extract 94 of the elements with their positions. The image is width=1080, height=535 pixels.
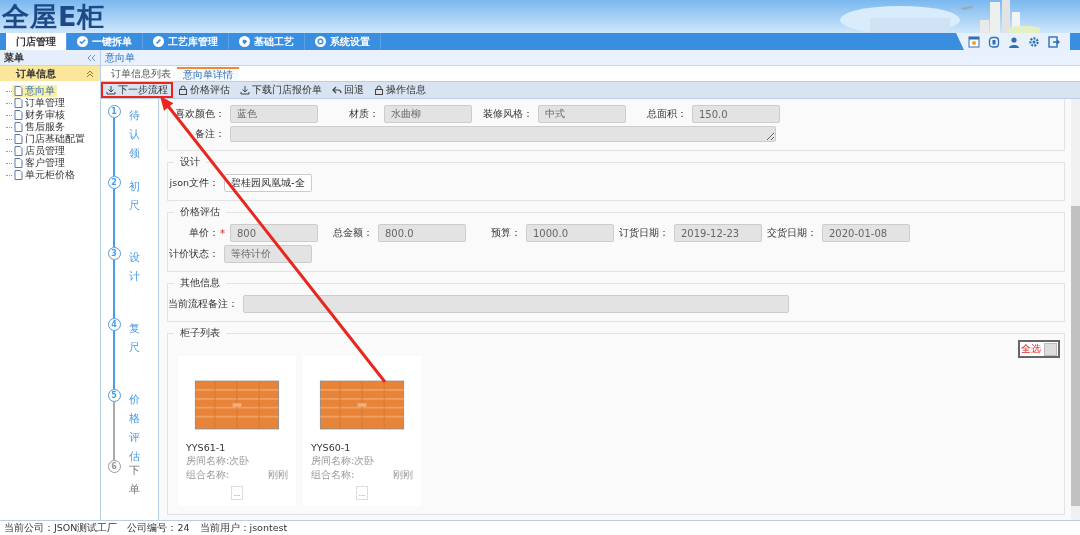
sidebar-item[interactable]: 客户管理: [12, 157, 67, 169]
toolbar-button[interactable]: 价格评估: [173, 82, 235, 98]
toolbar-button[interactable]: 回退: [327, 82, 369, 98]
section-title: 设计: [179, 155, 201, 169]
input-field[interactable]: 碧桂园凤凰城-全: [224, 174, 312, 192]
step-label: 初尺: [129, 179, 140, 213]
field-label: 单价：: [188, 226, 219, 240]
sidebar-item[interactable]: 售后服务: [12, 121, 67, 133]
sidebar-group[interactable]: 订单信息: [0, 66, 100, 81]
more-button[interactable]: ...: [356, 486, 368, 500]
check-icon: [77, 36, 88, 47]
settings-icon[interactable]: [1028, 35, 1040, 48]
required-mark: *: [220, 227, 225, 239]
exit-icon[interactable]: [1048, 35, 1060, 48]
field-label: 当前流程备注：: [168, 297, 238, 311]
section-title: 柜子列表: [179, 326, 221, 340]
select-all-label: 全选: [1021, 342, 1041, 356]
step-number: 6: [107, 460, 121, 473]
collapse-icon[interactable]: [87, 53, 96, 62]
toolbar-button[interactable]: 下一步流程: [101, 82, 173, 98]
tag-icon: [239, 36, 250, 47]
gear-icon: [315, 36, 326, 47]
lock-icon: [374, 85, 384, 95]
step-number: 2: [107, 176, 121, 189]
field-label: 备注：: [194, 127, 225, 141]
group-label: 组合名称:: [186, 468, 230, 482]
sidebar-title: 菜单: [4, 50, 24, 65]
cabinet-code: YYS60-1: [311, 442, 352, 453]
section-title: 价格评估: [179, 205, 221, 219]
pen-icon: [153, 36, 164, 47]
step-number: 5: [107, 389, 121, 402]
step-label: 复尺: [129, 321, 140, 355]
input-field[interactable]: 蓝色: [230, 105, 318, 123]
sidebar-item[interactable]: 意向单: [12, 85, 57, 97]
more-button[interactable]: ...: [231, 486, 243, 500]
field-label: 材质：: [348, 107, 379, 121]
breadcrumb: 意向单: [105, 50, 135, 65]
scrollbar[interactable]: [1071, 99, 1080, 520]
field-label: 装修风格：: [482, 107, 533, 121]
step-label: 下单: [129, 463, 140, 497]
undo-icon: [332, 85, 342, 95]
sidebar-item[interactable]: 订单管理: [12, 97, 67, 109]
field-label: 总金额：: [332, 226, 373, 240]
collapse-icon[interactable]: [86, 69, 94, 78]
download-icon: [106, 85, 116, 95]
tab[interactable]: 意向单详情: [177, 67, 239, 81]
input-field[interactable]: 2020-01-08: [822, 224, 910, 242]
field-label: 交货日期：: [766, 226, 817, 240]
status-text: 当前公司：JSON测试工厂: [4, 521, 118, 535]
group-title: 订单信息: [16, 66, 56, 81]
sidebar-item[interactable]: 单元柜价格: [12, 169, 77, 181]
window-icon[interactable]: [968, 35, 980, 48]
group-name: 刚刚: [268, 468, 288, 482]
field-label: json文件：: [168, 176, 219, 190]
input-field[interactable]: 中式: [538, 105, 626, 123]
room-name: 房间名称:次卧: [186, 454, 251, 468]
step-number: 1: [107, 105, 121, 118]
step-number: 4: [107, 318, 121, 331]
sidebar-item[interactable]: 财务审核: [12, 109, 67, 121]
tab[interactable]: 订单信息列表: [105, 67, 177, 81]
user-icon[interactable]: [1008, 35, 1020, 48]
nav-tab[interactable]: 门店管理: [6, 33, 67, 50]
input-field[interactable]: 800.0: [378, 224, 466, 242]
input-field[interactable]: [243, 295, 789, 313]
toolbar-button[interactable]: 操作信息: [369, 82, 431, 98]
field-label: 预算：: [490, 226, 521, 240]
status-text: 当前用户：jsontest: [199, 521, 288, 535]
select-all-button[interactable]: [1044, 342, 1057, 356]
input-field[interactable]: 1000.0: [526, 224, 614, 242]
status-text: 公司编号：24: [127, 521, 190, 535]
input-field[interactable]: 2019-12-23: [674, 224, 762, 242]
room-name: 房间名称:次卧: [311, 454, 376, 468]
section-title: 其他信息: [179, 276, 221, 290]
field-label: 订货日期：: [618, 226, 669, 240]
logo: 全屋E柜: [1, 0, 106, 33]
refresh-icon[interactable]: [988, 35, 1000, 48]
step-label: 设计: [129, 250, 140, 284]
field-label: 总面积：: [646, 107, 687, 121]
cabinet-code: YYS61-1: [186, 442, 227, 453]
field-label: 计价状态：: [168, 247, 219, 261]
input-field[interactable]: 水曲柳: [384, 105, 472, 123]
input-field[interactable]: 800: [230, 224, 318, 242]
lock-icon: [178, 85, 188, 95]
sidebar-item[interactable]: 门店基础配置: [12, 133, 87, 145]
toolbar-button[interactable]: 下载门店报价单: [235, 82, 327, 98]
download-icon: [240, 85, 250, 95]
input-field[interactable]: 150.0: [692, 105, 780, 123]
input-field[interactable]: 等待计价: [224, 245, 312, 263]
step-label: 待认领: [129, 108, 140, 161]
step-number: 3: [107, 247, 121, 260]
group-label: 组合名称:: [311, 468, 355, 482]
sidebar-item[interactable]: 店员管理: [12, 145, 67, 157]
group-name: 刚刚: [393, 468, 413, 482]
step-label: 价格评估: [129, 392, 140, 460]
